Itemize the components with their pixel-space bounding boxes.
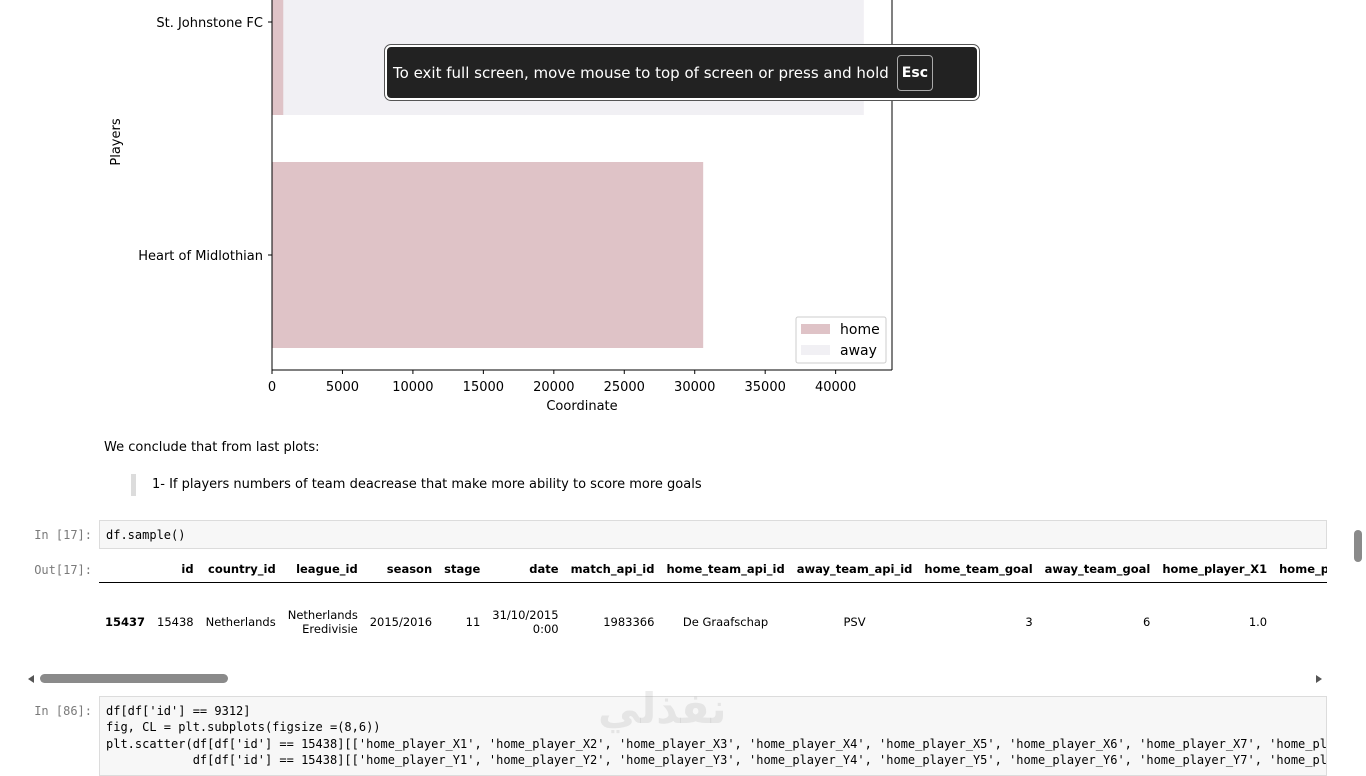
row-index: 15437 — [105, 615, 146, 629]
dataframe-table: id country_id league_id season stage date matc… — [99, 556, 1327, 661]
table-cell: PSV — [843, 615, 866, 629]
x-tick-label: 25000 — [604, 380, 645, 395]
dataframe-output: id country_id league_id season stage date matc… — [99, 556, 1327, 666]
table-cell: 3 — [1025, 615, 1033, 629]
y-axis-label: Players — [109, 118, 124, 165]
y-tick-label: Heart of Midlothian — [138, 249, 263, 264]
conclusion-text: We conclude that from last plots: — [104, 440, 320, 455]
column-header: away_team_api_id — [796, 562, 913, 576]
scroll-left-arrow-icon[interactable] — [28, 675, 34, 683]
table-cell: 15438 — [157, 615, 194, 629]
legend-label-away: away — [840, 343, 877, 359]
out-prompt-17: Out[17]: — [34, 563, 92, 577]
code-text: df.sample() — [106, 528, 186, 542]
legend-swatch-home — [801, 324, 830, 334]
table-cell: 1983366 — [603, 615, 655, 629]
legend-label-home: home — [840, 322, 880, 338]
column-header: home_team_api_id — [666, 562, 785, 576]
toast-message: To exit full screen, move mouse to top o… — [393, 63, 889, 82]
x-tick-label: 5000 — [326, 380, 359, 395]
table-cell: 11 — [465, 615, 481, 629]
x-tick-label: 15000 — [463, 380, 504, 395]
column-header: match_api_id — [570, 562, 655, 576]
table-cell: 1.0 — [1248, 615, 1268, 629]
x-tick-label: 35000 — [745, 380, 786, 395]
column-header: stage — [444, 562, 481, 576]
y-tick-label: St. Johnstone FC — [156, 16, 263, 31]
column-header: date — [529, 562, 559, 576]
bar-home-1 — [272, 162, 704, 348]
column-header: away_team_goal — [1044, 562, 1151, 576]
table-cell: De Graafschap — [682, 615, 769, 629]
watermark-logo: نفذلي — [598, 684, 727, 733]
column-header: league_id — [296, 562, 358, 576]
bar-home-0 — [272, 0, 284, 115]
x-tick-label: 0 — [268, 380, 276, 395]
legend-swatch-away — [801, 345, 830, 355]
table-cell: Netherlands Eredivisie — [287, 608, 358, 636]
vertical-scrollbar-thumb[interactable] — [1354, 530, 1362, 562]
column-header: home_player_X2 — [1279, 562, 1327, 576]
fullscreen-toast: To exit full screen, move mouse to top o… — [384, 44, 980, 101]
column-header: home_player_X1 — [1162, 562, 1268, 576]
code-line: plt.scatter(df[df['id'] == 15438][['home… — [106, 736, 1327, 751]
table-header-row: id country_id league_id season stage date matc… — [99, 556, 1327, 583]
x-tick-label: 10000 — [392, 380, 433, 395]
esc-key-badge: Esc — [896, 54, 933, 91]
code-cell-17[interactable]: df.sample() — [99, 520, 1327, 549]
column-header: country_id — [208, 562, 276, 576]
code-line: df[df['id'] == 15438][['home_player_Y1',… — [106, 752, 1327, 767]
x-tick-label: 40000 — [815, 380, 856, 395]
table-cell: 31/10/2015 0:00 — [492, 608, 559, 636]
column-header: season — [386, 562, 433, 576]
scroll-right-arrow-icon[interactable] — [1316, 675, 1322, 683]
in-prompt-17: In [17]: — [34, 528, 92, 542]
column-header: home_team_goal — [924, 562, 1033, 576]
in-prompt-86: In [86]: — [34, 704, 92, 718]
table-cell: 2015/2016 — [369, 615, 433, 629]
table-cell: 6 — [1143, 615, 1151, 629]
blockquote-text: 1- If players numbers of team deacrease … — [152, 477, 702, 492]
blockquote-bar — [131, 474, 136, 496]
table-cell: 2.0 — [1273, 583, 1327, 662]
x-axis-label: Coordinate — [546, 399, 617, 414]
table-cell: Netherlands — [205, 615, 276, 629]
column-header — [99, 556, 151, 583]
table-row: 15437 15438 Netherlands Netherlands Eredivis… — [99, 583, 1327, 662]
x-tick-label: 20000 — [533, 380, 574, 395]
scrollbar-thumb[interactable] — [40, 674, 228, 683]
column-header: id — [181, 562, 194, 576]
x-tick-label: 30000 — [674, 380, 715, 395]
